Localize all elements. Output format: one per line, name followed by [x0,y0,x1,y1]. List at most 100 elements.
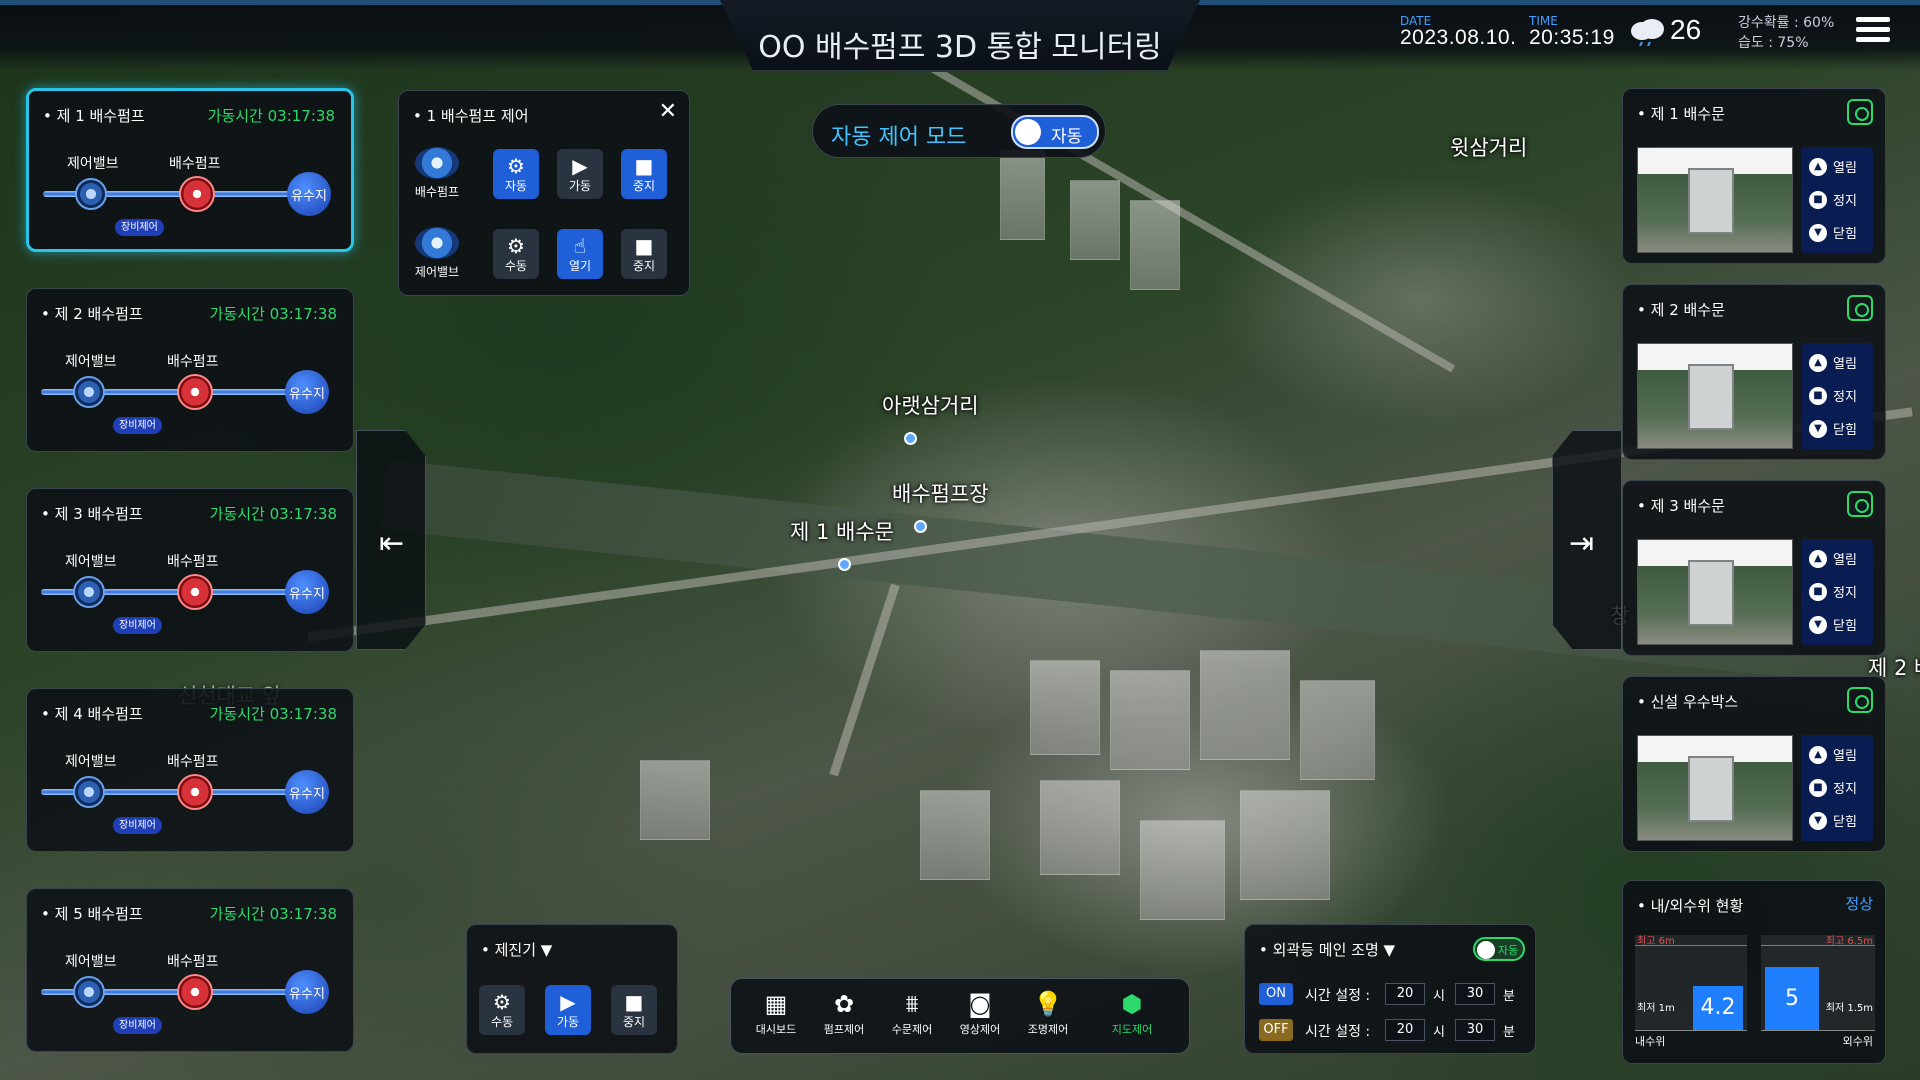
gate-stop-button[interactable]: ■ 정지 [1809,582,1857,601]
water-level-title: 내/외수위 현황 [1637,895,1744,916]
pump-icon[interactable] [177,974,213,1010]
right-panel-toggle[interactable]: ⇥ [1552,430,1622,650]
map-label-pump-station: 배수펌프장 [892,482,989,506]
camera-icon[interactable] [1847,491,1873,517]
remover-run-button[interactable]: ▶ 가동 [545,985,591,1035]
debris-remover-panel: 제진기 ▼ ⚙수동 ▶가동 ■중지 [466,924,678,1054]
lighting-auto-toggle[interactable]: 자동 [1473,937,1525,961]
valve-icon[interactable] [73,776,105,808]
camera-icon[interactable] [1847,295,1873,321]
pump-panel[interactable]: 제 1 배수펌프 가동시간 03:17:38 제어밸브 배수펌프 유수지 장비제… [26,88,354,252]
map-pin-icon[interactable] [904,432,917,445]
gate-close-button[interactable]: ▼ 닫힘 [1809,811,1857,830]
gate-name: 제 3 배수문 [1637,495,1725,516]
arrow-down-icon: ▼ [1809,419,1827,438]
equipment-control-tag[interactable]: 장비제어 [113,817,162,834]
gate-open-button[interactable]: ▲ 열림 [1809,745,1857,764]
stop-icon: ■ [1809,582,1827,601]
lighting-on-hour-input[interactable]: 20 [1385,983,1425,1005]
pump-icon[interactable] [177,374,213,410]
gate-close-button[interactable]: ▼ 닫힘 [1809,223,1857,242]
gate-panel: 신설 우수박스 ▲열림 ■정지 ▼닫힘 [1622,676,1886,852]
lighting-off-badge: OFF [1259,1019,1293,1041]
pump-panel[interactable]: 제 2 배수펌프 가동시간 03:17:38 제어밸브 배수펌프 유수지 장비제… [26,288,354,452]
gate-close-button[interactable]: ▼ 닫힘 [1809,419,1857,438]
equipment-control-tag[interactable]: 장비제어 [113,1017,162,1034]
toolbar-dashboard[interactable]: ▦ 대시보드 [745,989,807,1037]
gate-controls: ▲ 열림 ■ 정지 ▼ 닫힘 [1801,735,1873,841]
hour-unit: 시 [1433,1025,1445,1040]
gate-camera-feed[interactable] [1637,539,1793,645]
lighting-title[interactable]: 외곽등 메인 조명 ▼ [1259,939,1395,960]
equip-valve: 제어밸브 [409,227,465,280]
reservoir-icon[interactable]: 유수지 [287,172,331,216]
gate-panel: 제 1 배수문 ▲열림 ■정지 ▼닫힘 [1622,88,1886,264]
lighting-off-minute-input[interactable]: 30 [1455,1019,1495,1041]
lighting-off-hour-input[interactable]: 20 [1385,1019,1425,1041]
auto-mode-toggle[interactable]: 자동 [1011,115,1099,149]
pump-icon[interactable] [179,176,215,212]
reservoir-icon[interactable]: 유수지 [285,370,329,414]
reservoir-icon[interactable]: 유수지 [285,770,329,814]
gate-camera-feed[interactable] [1637,147,1793,253]
pump-panel[interactable]: 제 3 배수펌프 가동시간 03:17:38 제어밸브 배수펌프 유수지 장비제… [26,488,354,652]
valve-icon[interactable] [73,576,105,608]
reservoir-icon[interactable]: 유수지 [285,970,329,1014]
gate-close-button[interactable]: ▼ 닫힘 [1809,615,1857,634]
gate-open-button[interactable]: ▲ 열림 [1809,549,1857,568]
toolbar-lighting-control[interactable]: 💡 조명제어 [1017,989,1079,1037]
toolbar-map-control[interactable]: ⬢ 지도제어 [1101,989,1163,1037]
gate-name: 신설 우수박스 [1637,691,1739,712]
toggle-knob [1015,119,1041,145]
pump-run-button[interactable]: ▶ 가동 [557,149,603,199]
valve-icon[interactable] [75,178,107,210]
valve-icon[interactable] [73,976,105,1008]
lighting-panel: 외곽등 메인 조명 ▼ 자동 ON 시간 설정 : 20 시 30 분 OFF … [1244,924,1536,1054]
gate-open-button[interactable]: ▲ 열림 [1809,157,1857,176]
pump-panel[interactable]: 제 5 배수펌프 가동시간 03:17:38 제어밸브 배수펌프 유수지 장비제… [26,888,354,1052]
lighting-on-minute-input[interactable]: 30 [1455,983,1495,1005]
close-icon[interactable]: ✕ [659,99,677,124]
pump-name: 제 2 배수펌프 [41,303,143,324]
pump-stop-button[interactable]: ■ 중지 [621,149,667,199]
pump-icon[interactable] [177,574,213,610]
camera-icon[interactable] [1847,99,1873,125]
gate-icon: ⩩ [905,990,919,1018]
open-hand-icon: ☝ [573,233,587,258]
play-icon: ▶ [560,989,576,1014]
valve-icon[interactable] [73,376,105,408]
toolbar-gate-control[interactable]: ⩩ 수문제어 [881,989,943,1037]
lighting-on-label: 시간 설정 : [1305,988,1371,1004]
equipment-control-tag[interactable]: 장비제어 [115,219,164,236]
equipment-control-tag[interactable]: 장비제어 [113,417,162,434]
valve-manual-button[interactable]: ⚙ 수동 [493,229,539,279]
valve-label: 제어밸브 [65,954,117,970]
gate-camera-feed[interactable] [1637,343,1793,449]
map-pin-icon[interactable] [838,558,851,571]
camera-icon[interactable] [1847,687,1873,713]
lighting-auto-label: 자동 [1498,944,1519,957]
hamburger-menu-icon[interactable] [1856,14,1890,48]
pump-auto-button[interactable]: ⚙ 자동 [493,149,539,199]
toolbar-video-control[interactable]: ◙ 영상제어 [949,989,1011,1037]
gate-stop-button[interactable]: ■ 정지 [1809,386,1857,405]
pump-icon[interactable] [177,774,213,810]
gate-camera-feed[interactable] [1637,735,1793,841]
map-pin-icon[interactable] [914,520,927,533]
toolbar-pump-control[interactable]: ✿ 펌프제어 [813,989,875,1037]
equipment-control-tag[interactable]: 장비제어 [113,617,162,634]
remover-stop-button[interactable]: ■ 중지 [611,985,657,1035]
outer-level-label: 외수위 [1842,1035,1873,1048]
pump-panel[interactable]: 제 4 배수펌프 가동시간 03:17:38 제어밸브 배수펌프 유수지 장비제… [26,688,354,852]
remover-manual-button[interactable]: ⚙ 수동 [479,985,525,1035]
left-panel-toggle[interactable]: ⇤ [356,430,426,650]
gear-icon: ⚙ [507,153,525,178]
gate-stop-button[interactable]: ■ 정지 [1809,778,1857,797]
valve-stop-button[interactable]: ■ 중지 [621,229,667,279]
gate-open-button[interactable]: ▲ 열림 [1809,353,1857,372]
stop-icon: ■ [634,233,654,258]
debris-remover-title[interactable]: 제진기 ▼ [481,939,553,960]
valve-open-button[interactable]: ☝ 열기 [557,229,603,279]
gate-stop-button[interactable]: ■ 정지 [1809,190,1857,209]
reservoir-icon[interactable]: 유수지 [285,570,329,614]
